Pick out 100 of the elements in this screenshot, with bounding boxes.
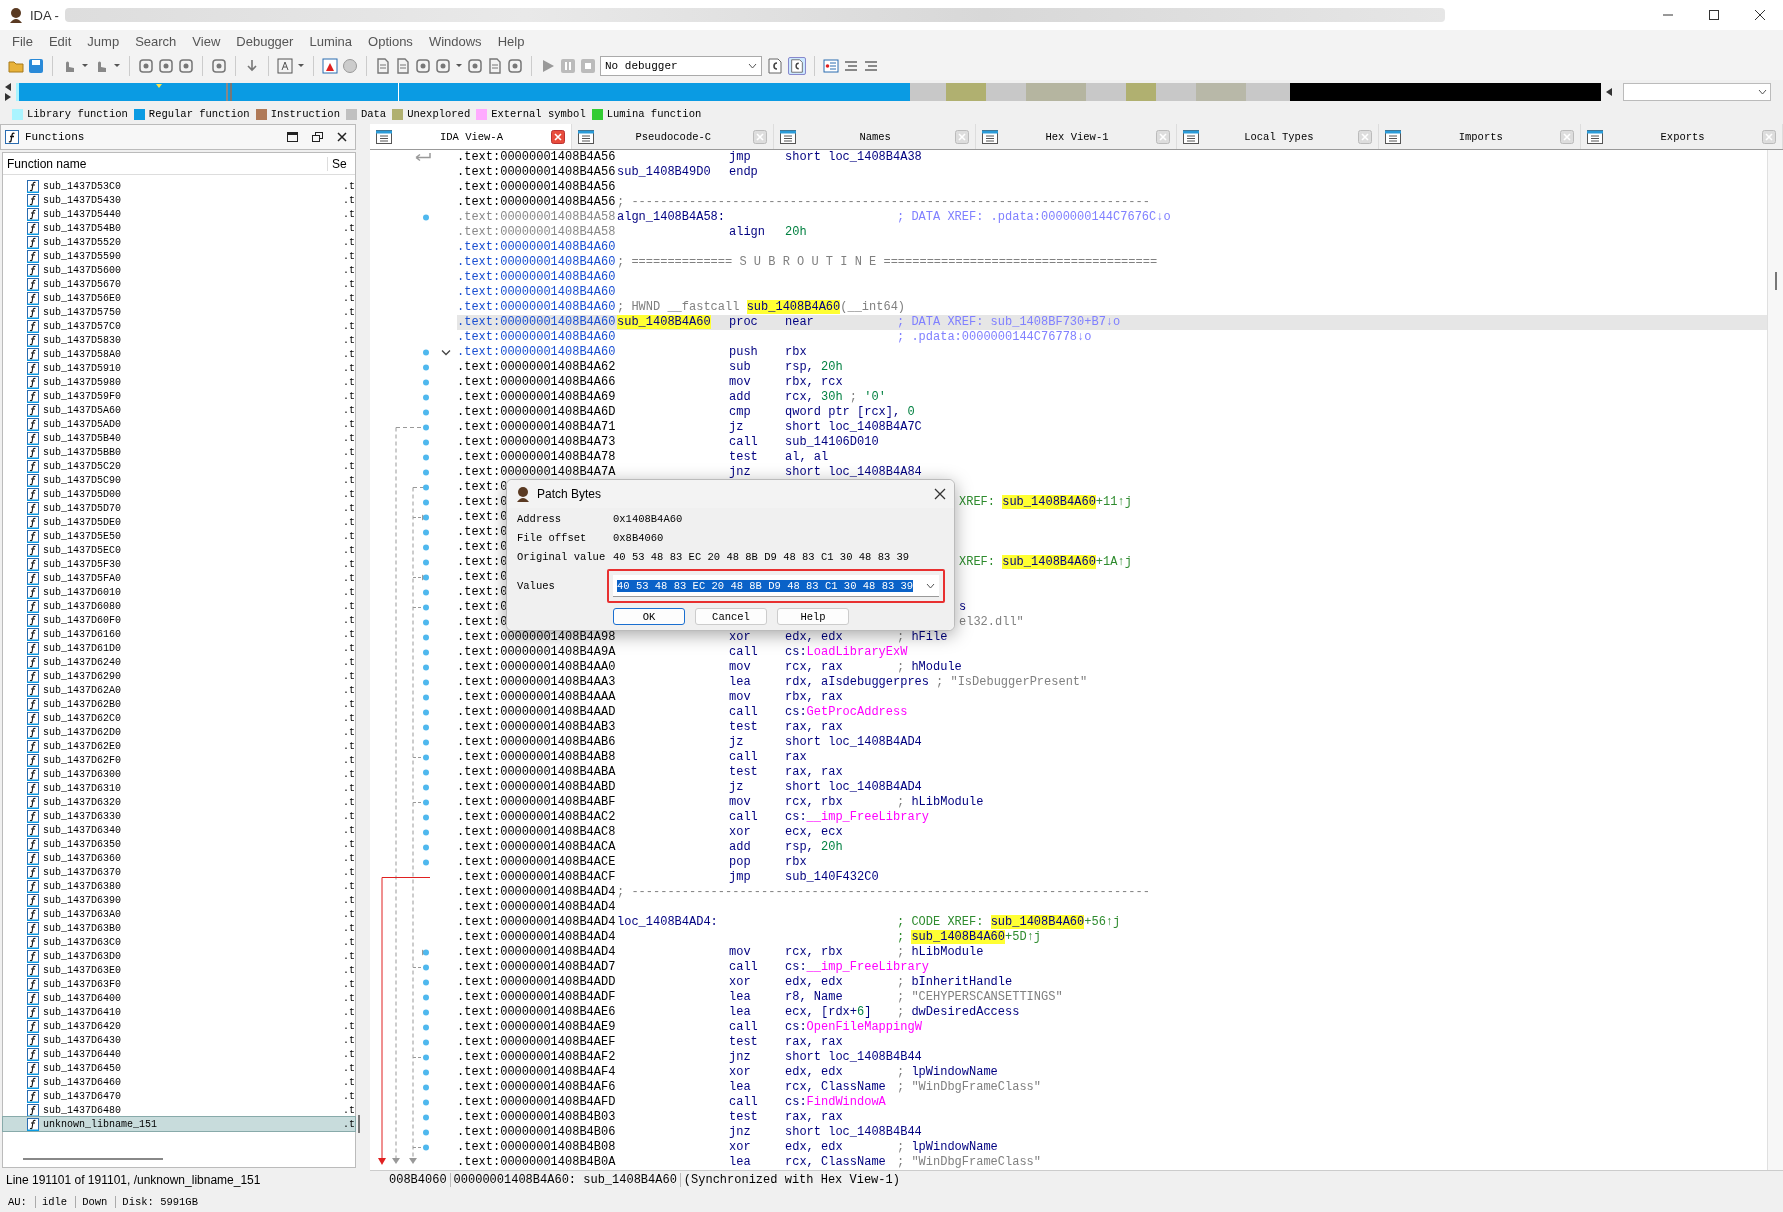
line-dot[interactable] <box>423 454 429 461</box>
function-row[interactable]: sub_1437D6160 .t <box>3 627 355 641</box>
function-row[interactable]: sub_1437D6420 .t <box>3 1019 355 1033</box>
code-line[interactable]: .text:00000001408B4B0A lea rcx, ClassName ; "WinDbgFrameClass" <box>457 1155 1767 1170</box>
line-dot[interactable] <box>423 634 429 641</box>
code-line[interactable]: .text:00000001408B4AD4 loc_1408B4AD4: ; CODE XREF: sub_1408B4A60+56↑j <box>457 915 1767 930</box>
line-dot[interactable] <box>423 619 429 626</box>
function-row[interactable]: sub_1437D5430 .t <box>3 193 355 207</box>
tool-icon[interactable] <box>158 58 174 74</box>
line-dot[interactable] <box>423 694 429 701</box>
line-dot[interactable] <box>423 709 429 716</box>
menu-item[interactable]: Help <box>489 33 533 49</box>
line-dot[interactable] <box>423 574 429 581</box>
list-icon[interactable] <box>823 58 839 74</box>
line-dot[interactable] <box>423 1084 429 1091</box>
right-arrow-icon[interactable] <box>4 93 12 101</box>
column-header[interactable]: Function name <box>3 156 327 171</box>
function-row[interactable]: sub_1437D6440 .t <box>3 1047 355 1061</box>
code-line[interactable]: .text:00000001408B4AFD call cs:FindWindowA <box>457 1095 1767 1110</box>
code-line[interactable]: .text:00000001408B4AB8 call rax <box>457 750 1767 765</box>
code-line[interactable]: .text:00000001408B4A60 <box>457 270 1767 285</box>
line-dot[interactable] <box>423 424 429 431</box>
function-row[interactable]: sub_1437D5AD0 .t <box>3 417 355 431</box>
collapse-icon[interactable] <box>441 349 451 356</box>
function-row[interactable]: sub_1437D5F30 .t <box>3 557 355 571</box>
code-line[interactable]: .text:00000001408B4AB3 test rax, rax <box>457 720 1767 735</box>
tool-icon[interactable] <box>415 58 431 74</box>
code-line[interactable]: .text:00000001408B4B08 xor edx, edx ; lpWindowName <box>457 1140 1767 1155</box>
code-line[interactable]: .text:00000001408B4AD4; ------------------------------------------------------------------------ <box>457 885 1767 900</box>
code-line[interactable]: .text:00000001408B4AE9 call cs:OpenFileMappingW <box>457 1020 1767 1035</box>
function-row[interactable]: sub_1437D6380 .t <box>3 879 355 893</box>
navigation-band[interactable] <box>16 83 1601 101</box>
function-row[interactable]: sub_1437D6320 .t <box>3 795 355 809</box>
function-row[interactable]: sub_1437D5520 .t <box>3 235 355 249</box>
stop-icon[interactable] <box>580 58 596 74</box>
code-line[interactable]: .text:00000001408B4A56; ------------------------------------------------------------------------ <box>457 195 1767 210</box>
menu-item[interactable]: File <box>4 33 41 49</box>
function-row[interactable]: sub_1437D63D0 .t <box>3 949 355 963</box>
function-row[interactable]: sub_1437D6430 .t <box>3 1033 355 1047</box>
page-icon[interactable] <box>766 57 784 75</box>
line-dot[interactable] <box>423 379 429 386</box>
line-dot[interactable] <box>423 994 429 1001</box>
menu-item[interactable]: Jump <box>79 33 128 49</box>
code-line[interactable]: .text:00000001408B4AF4 xor edx, edx ; lpWindowName <box>457 1065 1767 1080</box>
dialog-button[interactable]: Help <box>777 608 849 625</box>
function-row[interactable]: sub_1437D5670 .t <box>3 277 355 291</box>
page-icon[interactable] <box>487 58 503 74</box>
function-row[interactable]: unknown_libname_151 .t <box>3 1117 355 1131</box>
line-dot[interactable] <box>423 754 429 761</box>
function-row[interactable]: sub_1437D5EC0 .t <box>3 543 355 557</box>
code-line[interactable]: .text:00000001408B4A56 sub_1408B49D0 endp <box>457 165 1767 180</box>
line-dot[interactable] <box>423 1069 429 1076</box>
values-combo[interactable]: 40 53 48 83 EC 20 48 8B D9 48 83 C1 30 48 83 39 <box>613 575 939 597</box>
indent-icon[interactable] <box>843 58 859 74</box>
function-row[interactable]: sub_1437D5A60 .t <box>3 403 355 417</box>
function-row[interactable]: sub_1437D59F0 .t <box>3 389 355 403</box>
code-line[interactable]: .text:00000001408B4AEF test rax, rax <box>457 1035 1767 1050</box>
left-arrow-icon[interactable] <box>4 83 12 91</box>
function-row[interactable]: sub_1437D5FA0 .t <box>3 571 355 585</box>
function-row[interactable]: sub_1437D58A0 .t <box>3 347 355 361</box>
code-line[interactable]: .text:00000001408B4ACF jmp sub_140F432C0 <box>457 870 1767 885</box>
left-arrow-icon[interactable] <box>1605 88 1613 96</box>
menu-item[interactable]: Debugger <box>228 33 302 49</box>
code-line[interactable]: .text:00000001408B4AB6 jz short loc_1408B4AD4 <box>457 735 1767 750</box>
function-row[interactable]: sub_1437D5B40 .t <box>3 431 355 445</box>
code-line[interactable]: .text:00000001408B4ABF mov rcx, rbx ; hLibModule <box>457 795 1767 810</box>
function-row[interactable]: sub_1437D62E0 .t <box>3 739 355 753</box>
maximize-icon[interactable] <box>1709 10 1719 20</box>
code-line[interactable]: .text:00000001408B4AC2 call cs:__imp_FreeLibrary <box>457 810 1767 825</box>
line-dot[interactable] <box>423 964 429 971</box>
code-line[interactable]: .text:00000001408B4AAA mov rbx, rax <box>457 690 1767 705</box>
code-line[interactable]: .text:00000001408B4A58algn_1408B4A58: ; DATA XREF: .pdata:0000000144C7676C↓o <box>457 210 1767 225</box>
line-dot[interactable] <box>423 1129 429 1136</box>
function-row[interactable]: sub_1437D6330 .t <box>3 809 355 823</box>
menu-item[interactable]: View <box>184 33 229 49</box>
code-line[interactable]: .text:00000001408B4A98 xor edx, edx ; hFile <box>457 630 1767 645</box>
line-dot[interactable] <box>423 544 429 551</box>
line-dot[interactable] <box>423 784 429 791</box>
line-dot[interactable] <box>423 769 429 776</box>
function-row[interactable]: sub_1437D63A0 .t <box>3 907 355 921</box>
function-row[interactable]: sub_1437D5C20 .t <box>3 459 355 473</box>
code-line[interactable]: .text:00000001408B4A78 test al, al <box>457 450 1767 465</box>
code-line[interactable]: .text:00000001408B4ADF lea r8, Name ; "CEHYPERSCANSETTINGS" <box>457 990 1767 1005</box>
line-dot[interactable] <box>423 829 429 836</box>
code-line[interactable]: .text:00000001408B4AE6 lea ecx, [rdx+6] ; dwDesiredAccess <box>457 1005 1767 1020</box>
text-tool-icon[interactable] <box>277 58 293 74</box>
line-dot[interactable] <box>423 679 429 686</box>
function-row[interactable]: sub_1437D6290 .t <box>3 669 355 683</box>
function-row[interactable]: sub_1437D62B0 .t <box>3 697 355 711</box>
code-line[interactable]: .text:00000001408B4A69 add rcx, 30h ; '0' <box>457 390 1767 405</box>
function-row[interactable]: sub_1437D62C0 .t <box>3 711 355 725</box>
code-line[interactable]: .text:00000001408B4AD4 <box>457 900 1767 915</box>
line-dot[interactable] <box>423 499 429 506</box>
function-row[interactable]: sub_1437D6300 .t <box>3 767 355 781</box>
line-dot[interactable] <box>423 724 429 731</box>
code-line[interactable]: .text:00000001408B4A6D cmp qword ptr [rcx], 0 <box>457 405 1767 420</box>
function-row[interactable]: sub_1437D6010 .t <box>3 585 355 599</box>
line-dot[interactable] <box>423 439 429 446</box>
function-row[interactable]: sub_1437D63B0 .t <box>3 921 355 935</box>
code-line[interactable]: .text:00000001408B4ADD xor edx, edx ; bInheritHandle <box>457 975 1767 990</box>
